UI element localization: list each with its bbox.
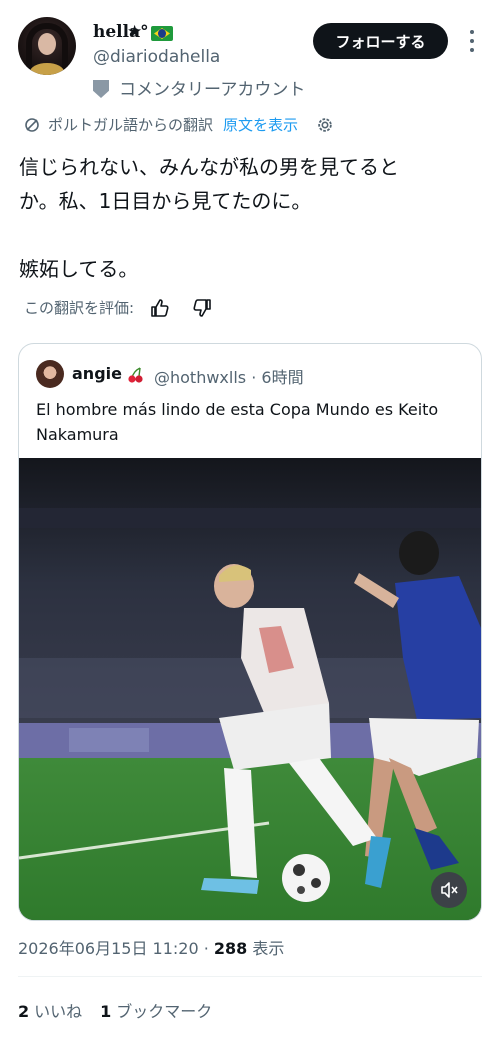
- views-label: 表示: [247, 939, 285, 958]
- mute-button[interactable]: [431, 872, 467, 908]
- likes-label[interactable]: いいね: [34, 1002, 82, 1021]
- author-avatar[interactable]: [18, 17, 76, 75]
- cherry-icon: [128, 367, 143, 383]
- rate-label: この翻訳を評価:: [24, 299, 135, 317]
- likes-count[interactable]: 2: [18, 1002, 29, 1021]
- brazil-flag-icon: [151, 26, 173, 41]
- video-frame: [19, 458, 481, 920]
- quote-avatar[interactable]: [36, 360, 64, 388]
- follow-button[interactable]: フォローする: [313, 23, 448, 59]
- quote-author-name[interactable]: angie: [72, 364, 122, 383]
- bookmarks-label[interactable]: ブックマーク: [116, 1002, 212, 1021]
- timestamp[interactable]: 2026年06月15日 11:20 ·: [18, 939, 214, 958]
- thumbs-down-icon[interactable]: [192, 298, 212, 318]
- views-count: 288: [213, 939, 248, 958]
- engagement-stats: 2 いいね 1 ブックマーク: [18, 998, 212, 1022]
- more-options-icon[interactable]: [467, 30, 477, 52]
- translate-icon: [25, 117, 39, 132]
- star-badge: ★: [127, 22, 143, 42]
- tweet-meta: 2026年06月15日 11:20 · 288 表示: [18, 935, 284, 959]
- account-label-text: コメンタリーアカウント: [119, 80, 306, 100]
- divider: [18, 976, 482, 977]
- quote-handle-time[interactable]: @hothwxlls · 6時間: [154, 364, 304, 388]
- account-label: コメンタリーアカウント: [93, 75, 305, 100]
- quote-text: El hombre más lindo de esta Copa Mundo e…: [36, 400, 439, 444]
- thumbs-up-icon[interactable]: [150, 298, 170, 318]
- show-original-link[interactable]: 原文を表示: [223, 114, 298, 135]
- author-handle[interactable]: @diariodahella: [93, 47, 220, 67]
- translation-notice: ポルトガル語からの翻訳: [48, 116, 214, 134]
- video-player[interactable]: [19, 458, 481, 920]
- tweet-text: 信じられない、みんなが私の男を見てると か。私、1日目から見てたのに。 嫉妬して…: [19, 155, 399, 281]
- translation-row: ポルトガル語からの翻訳 原文を表示: [24, 114, 334, 135]
- bookmarks-count[interactable]: 1: [100, 1002, 111, 1021]
- quoted-tweet[interactable]: angie @hothwxlls · 6時間 El hombre más lin…: [18, 343, 482, 921]
- rate-translation-row: この翻訳を評価:: [24, 297, 212, 318]
- speaker-muted-icon: [441, 882, 458, 898]
- shield-icon: [93, 80, 109, 98]
- gear-icon[interactable]: [316, 116, 334, 134]
